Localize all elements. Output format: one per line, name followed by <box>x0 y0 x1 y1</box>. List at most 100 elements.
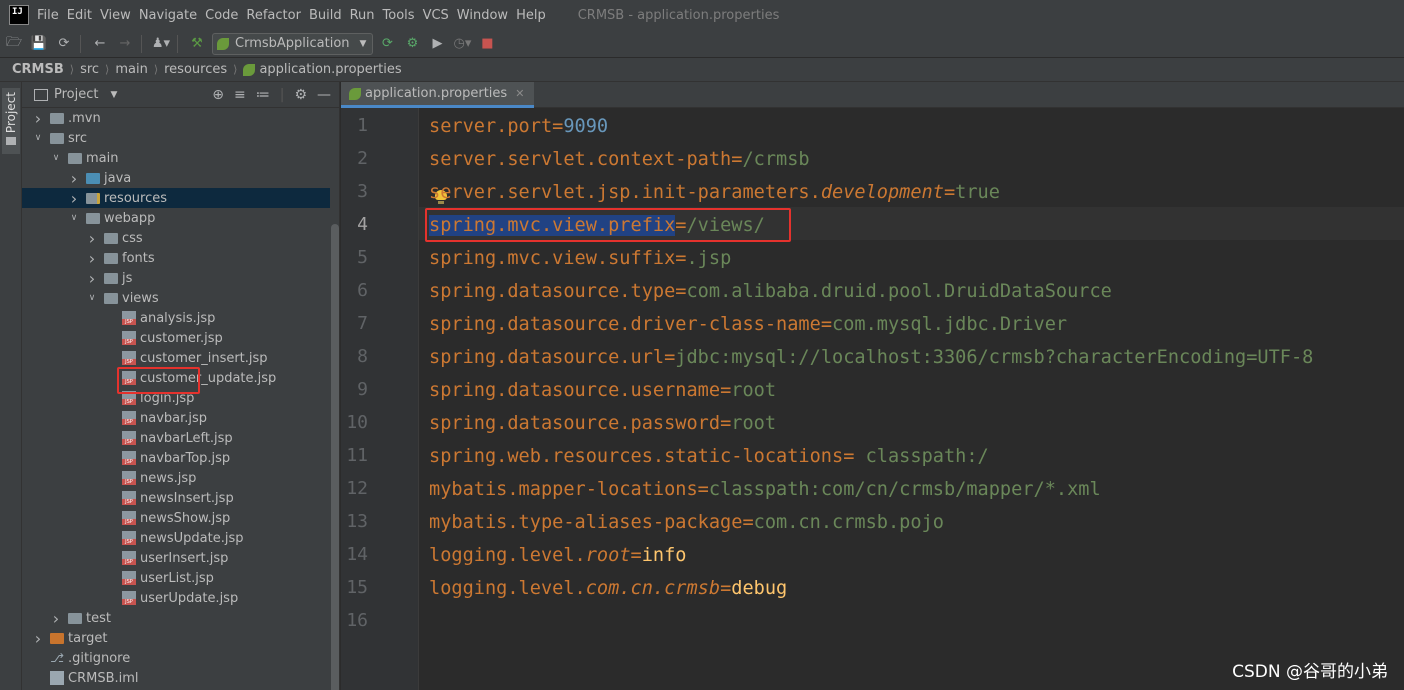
code-line[interactable]: spring.datasource.type=com.alibaba.druid… <box>429 275 1112 308</box>
intellij-logo-icon[interactable]: IJ <box>9 5 29 25</box>
tree-item-java[interactable]: › java <box>22 168 330 188</box>
tree-item-js[interactable]: › js <box>22 268 330 288</box>
tree-item-webapp[interactable]: ∨ webapp <box>22 208 330 228</box>
menu-file[interactable]: File <box>33 8 63 23</box>
locate-icon[interactable]: ⊕ <box>212 87 224 103</box>
coverage-icon[interactable]: ▶ <box>426 33 448 55</box>
breadcrumb-src[interactable]: src <box>80 62 99 77</box>
chevron-right-icon[interactable]: › <box>86 269 98 288</box>
tree-item-customer-jsp[interactable]: ›customer.jsp <box>22 328 330 348</box>
save-icon[interactable]: 💾 <box>28 33 50 55</box>
menu-edit[interactable]: Edit <box>63 8 96 23</box>
property-key: logging.level. <box>429 545 586 566</box>
chevron-down-icon[interactable]: ▼ <box>110 90 117 100</box>
project-view-selector[interactable]: Project <box>54 87 98 102</box>
back-icon[interactable]: ← <box>89 33 111 55</box>
sync-icon[interactable]: ⟳ <box>53 33 75 55</box>
code-line[interactable]: server.servlet.context-path=/crmsb <box>429 143 810 176</box>
tree-item-src[interactable]: ∨ src <box>22 128 330 148</box>
menu-build[interactable]: Build <box>305 8 346 23</box>
tree-item-fonts[interactable]: › fonts <box>22 248 330 268</box>
menu-vcs[interactable]: VCS <box>419 8 453 23</box>
chevron-right-icon[interactable]: › <box>68 169 80 188</box>
menu-view[interactable]: View <box>96 8 135 23</box>
breadcrumb-project[interactable]: CRMSB <box>12 62 64 77</box>
forward-icon[interactable]: → <box>114 33 136 55</box>
code-line[interactable]: spring.web.resources.static-locations= c… <box>429 440 989 473</box>
collapse-all-icon[interactable]: ≔ <box>256 87 270 103</box>
code-line[interactable]: spring.datasource.driver-class-name=com.… <box>429 308 1067 341</box>
tree-item-userinsert-jsp[interactable]: ›userInsert.jsp <box>22 548 330 568</box>
tree-item-userupdate-jsp[interactable]: ›userUpdate.jsp <box>22 588 330 608</box>
menu-run[interactable]: Run <box>346 8 379 23</box>
tree-item-newsshow-jsp[interactable]: ›newsShow.jsp <box>22 508 330 528</box>
chevron-down-icon[interactable]: ∨ <box>68 213 80 223</box>
equals-sign: = <box>820 314 833 335</box>
tree-item-analysis-jsp[interactable]: ›analysis.jsp <box>22 308 330 328</box>
tree-item-newsupdate-jsp[interactable]: ›newsUpdate.jsp <box>22 528 330 548</box>
code-line[interactable]: spring.datasource.password=root <box>429 407 776 440</box>
code-line[interactable]: logging.level.root=info <box>429 539 687 572</box>
tree-item-main[interactable]: ∨ main <box>22 148 330 168</box>
run-configuration-select[interactable]: CrmsbApplication ▼ <box>212 32 374 55</box>
chevron-right-icon[interactable]: › <box>86 229 98 248</box>
menu-refactor[interactable]: Refactor <box>242 8 305 23</box>
tree-item-test[interactable]: › test <box>22 608 330 628</box>
stop-icon[interactable]: ■ <box>476 33 498 55</box>
tree-item-target[interactable]: › target <box>22 628 330 648</box>
chevron-down-icon[interactable]: ∨ <box>32 133 44 143</box>
chevron-right-icon[interactable]: › <box>32 629 44 648</box>
tree-item-news-jsp[interactable]: ›news.jsp <box>22 468 330 488</box>
tree-item-navbartop-jsp[interactable]: ›navbarTop.jsp <box>22 448 330 468</box>
menu-navigate[interactable]: Navigate <box>135 8 201 23</box>
jsp-file-icon <box>122 551 136 565</box>
tab-application-properties[interactable]: application.properties ✕ <box>341 82 535 108</box>
open-icon[interactable]: 🗁 <box>3 33 25 55</box>
close-icon[interactable]: ✕ <box>515 87 524 100</box>
tree-item-resources[interactable]: › resources <box>22 188 330 208</box>
code-editor[interactable]: server.port=9090 server.servlet.context-p… <box>419 108 1404 690</box>
tree-item-css[interactable]: › css <box>22 228 330 248</box>
menu-code[interactable]: Code <box>201 8 242 23</box>
breadcrumb-main[interactable]: main <box>115 62 147 77</box>
chevron-right-icon[interactable]: › <box>32 109 44 128</box>
project-scrollbar[interactable] <box>331 224 339 690</box>
tree-item-mvn[interactable]: › .mvn <box>22 108 330 128</box>
code-line[interactable]: spring.datasource.url=jdbc:mysql://local… <box>429 341 1313 374</box>
chevron-right-icon[interactable]: › <box>68 189 80 208</box>
tree-item-label: userUpdate.jsp <box>140 590 239 606</box>
code-line[interactable]: mybatis.type-aliases-package=com.cn.crms… <box>429 506 944 539</box>
code-line[interactable]: mybatis.mapper-locations=classpath:com/c… <box>429 473 1101 506</box>
tree-item-userlist-jsp[interactable]: ›userList.jsp <box>22 568 330 588</box>
code-line[interactable]: server.servlet.jsp.init-parameters.devel… <box>429 176 1000 209</box>
chevron-right-icon[interactable]: › <box>50 609 62 628</box>
menu-window[interactable]: Window <box>453 8 512 23</box>
breadcrumb-file[interactable]: application.properties <box>259 62 401 77</box>
expand-all-icon[interactable]: ≡ <box>234 87 246 103</box>
tree-item-navbar-jsp[interactable]: ›navbar.jsp <box>22 408 330 428</box>
debug-icon[interactable]: ⚙ <box>401 33 423 55</box>
breadcrumb-resources[interactable]: resources <box>164 62 227 77</box>
project-tool-button[interactable]: Project <box>2 88 20 154</box>
menu-help[interactable]: Help <box>512 8 550 23</box>
hide-icon[interactable]: — <box>317 87 331 103</box>
gear-icon[interactable]: ⚙ <box>294 87 307 103</box>
tree-item-navbarleft-jsp[interactable]: ›navbarLeft.jsp <box>22 428 330 448</box>
rerun-icon[interactable]: ⟳ <box>376 33 398 55</box>
tree-item-customer-insert-jsp[interactable]: ›customer_insert.jsp <box>22 348 330 368</box>
code-line[interactable]: logging.level.com.cn.crmsb=debug <box>429 572 787 605</box>
tree-item-newsinsert-jsp[interactable]: ›newsInsert.jsp <box>22 488 330 508</box>
code-line[interactable]: server.port=9090 <box>429 110 608 143</box>
chevron-right-icon[interactable]: › <box>86 249 98 268</box>
code-line[interactable]: spring.mvc.view.suffix=.jsp <box>429 242 731 275</box>
profile-icon[interactable]: ◷▾ <box>451 33 473 55</box>
tree-item-views[interactable]: ∨ views <box>22 288 330 308</box>
tree-item-gitignore[interactable]: ›⎇.gitignore <box>22 648 330 668</box>
menu-tools[interactable]: Tools <box>379 8 419 23</box>
build-hammer-icon[interactable]: ⚒ <box>186 33 208 55</box>
chevron-down-icon[interactable]: ∨ <box>50 153 62 163</box>
user-icon[interactable]: ♟▾ <box>150 33 172 55</box>
chevron-down-icon[interactable]: ∨ <box>86 293 98 303</box>
code-line[interactable]: spring.datasource.username=root <box>429 374 776 407</box>
tree-item-crmsb-iml[interactable]: ›CRMSB.iml <box>22 668 330 688</box>
